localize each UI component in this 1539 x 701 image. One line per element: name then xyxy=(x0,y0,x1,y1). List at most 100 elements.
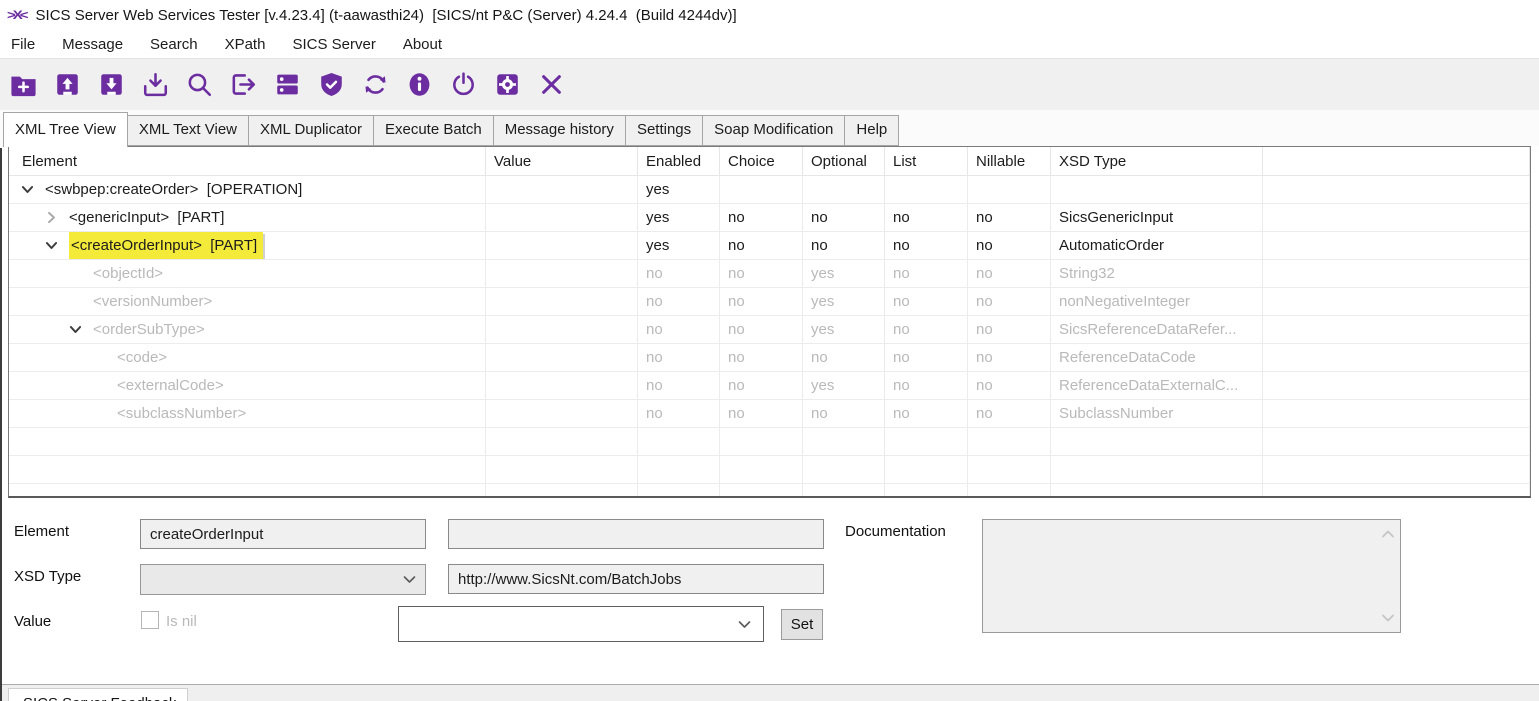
column-header-xsd-type[interactable]: XSD Type xyxy=(1051,147,1263,176)
cell-element: <orderSubType> xyxy=(9,316,486,344)
cell-choice: no xyxy=(720,260,803,288)
column-header-choice[interactable]: Choice xyxy=(720,147,803,176)
menu-item-about[interactable]: About xyxy=(403,36,442,53)
cell-filler xyxy=(1263,204,1530,232)
cell-value xyxy=(486,260,638,288)
app-icon: >X< xyxy=(7,8,26,22)
cell-value xyxy=(486,204,638,232)
send-request-button[interactable] xyxy=(228,69,259,100)
menu-item-sics-server[interactable]: SICS Server xyxy=(292,36,375,53)
toolbar xyxy=(0,58,1539,110)
tab-settings[interactable]: Settings xyxy=(626,115,703,146)
tree-row-swbpep-createorder[interactable]: <swbpep:createOrder> [OPERATION]yes xyxy=(9,176,1530,204)
menu-item-message[interactable]: Message xyxy=(62,36,123,53)
export-message-button[interactable] xyxy=(96,69,127,100)
chevron-spacer xyxy=(89,376,109,396)
menu-item-search[interactable]: Search xyxy=(150,36,198,53)
is-nil-label: Is nil xyxy=(166,613,197,630)
import-message-button[interactable] xyxy=(52,69,83,100)
namespace-input[interactable] xyxy=(448,564,824,594)
chevron-right-icon[interactable] xyxy=(41,208,61,228)
tree-row-ordersubtype[interactable]: <orderSubType>nonoyesnonoSicsReferenceDa… xyxy=(9,316,1530,344)
tree-row-versionnumber[interactable]: <versionNumber>nonoyesnonononNegativeInt… xyxy=(9,288,1530,316)
tab-help[interactable]: Help xyxy=(845,115,899,146)
is-nil-checkbox[interactable] xyxy=(141,611,159,629)
cell-xsd-type xyxy=(1051,176,1263,204)
cell-enabled: no xyxy=(638,400,720,428)
new-folder-icon xyxy=(9,70,38,99)
empty-cell xyxy=(1263,456,1530,484)
set-button[interactable]: Set xyxy=(781,609,823,640)
menu-item-xpath[interactable]: XPath xyxy=(225,36,266,53)
cell-filler xyxy=(1263,288,1530,316)
cell-enabled: no xyxy=(638,288,720,316)
xsd-type-dropdown[interactable] xyxy=(140,564,426,595)
element-tag-highlighted: <createOrderInput> [PART] xyxy=(69,232,263,260)
refresh-button[interactable] xyxy=(360,69,391,100)
column-header-element[interactable]: Element xyxy=(9,147,486,176)
element-name-input[interactable] xyxy=(140,519,426,549)
tab-execute-batch[interactable]: Execute Batch xyxy=(374,115,494,146)
cell-optional: yes xyxy=(803,288,885,316)
tree-row-genericinput[interactable]: <genericInput> [PART]yesnonononoSicsGene… xyxy=(9,204,1530,232)
cell-list: no xyxy=(885,260,968,288)
save-message-button[interactable] xyxy=(140,69,171,100)
chevron-down-icon[interactable] xyxy=(17,180,37,200)
column-header-optional[interactable]: Optional xyxy=(803,147,885,176)
tab-xml-duplicator[interactable]: XML Duplicator xyxy=(249,115,374,146)
new-folder-button[interactable] xyxy=(8,69,39,100)
empty-cell xyxy=(720,484,803,498)
tab-xml-text-view[interactable]: XML Text View xyxy=(128,115,249,146)
settings-gear-icon xyxy=(493,70,522,99)
column-header-enabled[interactable]: Enabled xyxy=(638,147,720,176)
cell-value xyxy=(486,372,638,400)
tree-row-createorderinput[interactable]: <createOrderInput> [PART]yesnonononoAuto… xyxy=(9,232,1530,260)
menu-item-file[interactable]: File xyxy=(11,36,35,53)
search-button[interactable] xyxy=(184,69,215,100)
empty-cell xyxy=(1263,428,1530,456)
empty-cell xyxy=(803,456,885,484)
cell-value xyxy=(486,232,638,260)
feedback-panel-tab[interactable]: SICS Server Feedback xyxy=(8,688,188,701)
save-message-icon xyxy=(141,70,170,99)
element-extra-input[interactable] xyxy=(448,519,824,549)
element-tag: <externalCode> xyxy=(117,372,224,399)
chevron-down-icon[interactable] xyxy=(41,236,61,256)
settings-gear-button[interactable] xyxy=(492,69,523,100)
info-button[interactable] xyxy=(404,69,435,100)
column-header-list[interactable]: List xyxy=(885,147,968,176)
window-title: SICS Server Web Services Tester [v.4.23.… xyxy=(36,7,737,24)
element-tag: <objectId> xyxy=(93,260,163,287)
tab-message-history[interactable]: Message history xyxy=(494,115,626,146)
column-header-value[interactable]: Value xyxy=(486,147,638,176)
cell-optional: yes xyxy=(803,316,885,344)
cell-element: <subclassNumber> xyxy=(9,400,486,428)
value-combobox[interactable] xyxy=(398,606,764,642)
cell-list: no xyxy=(885,288,968,316)
tree-row-code[interactable]: <code>nononononoReferenceDataCode xyxy=(9,344,1530,372)
title-bar: >X< SICS Server Web Services Tester [v.4… xyxy=(0,0,1539,30)
shutdown-power-button[interactable] xyxy=(448,69,479,100)
cell-optional: yes xyxy=(803,260,885,288)
tree-row-externalcode[interactable]: <externalCode>nonoyesnonoReferenceDataEx… xyxy=(9,372,1530,400)
tab-xml-tree-view[interactable]: XML Tree View xyxy=(3,112,128,147)
cell-choice: no xyxy=(720,372,803,400)
empty-cell xyxy=(486,456,638,484)
cell-xsd-type: SicsGenericInput xyxy=(1051,204,1263,232)
cell-element: <swbpep:createOrder> [OPERATION] xyxy=(9,176,486,204)
close-button[interactable] xyxy=(536,69,567,100)
tree-row-objectid[interactable]: <objectId>nonoyesnonoString32 xyxy=(9,260,1530,288)
column-header-nillable[interactable]: Nillable xyxy=(968,147,1051,176)
cell-element: <genericInput> [PART] xyxy=(9,204,486,232)
cell-nillable: no xyxy=(968,372,1051,400)
cell-xsd-type: String32 xyxy=(1051,260,1263,288)
element-tag: <genericInput> [PART] xyxy=(69,204,224,231)
element-tag: <subclassNumber> xyxy=(117,400,246,427)
tree-row-subclassnumber[interactable]: <subclassNumber>nononononoSubclassNumber xyxy=(9,400,1530,428)
cell-choice: no xyxy=(720,344,803,372)
server-profiles-button[interactable] xyxy=(272,69,303,100)
chevron-down-icon[interactable] xyxy=(65,320,85,340)
validate-shield-button[interactable] xyxy=(316,69,347,100)
tab-soap-modification[interactable]: Soap Modification xyxy=(703,115,845,146)
documentation-area[interactable] xyxy=(982,519,1401,633)
